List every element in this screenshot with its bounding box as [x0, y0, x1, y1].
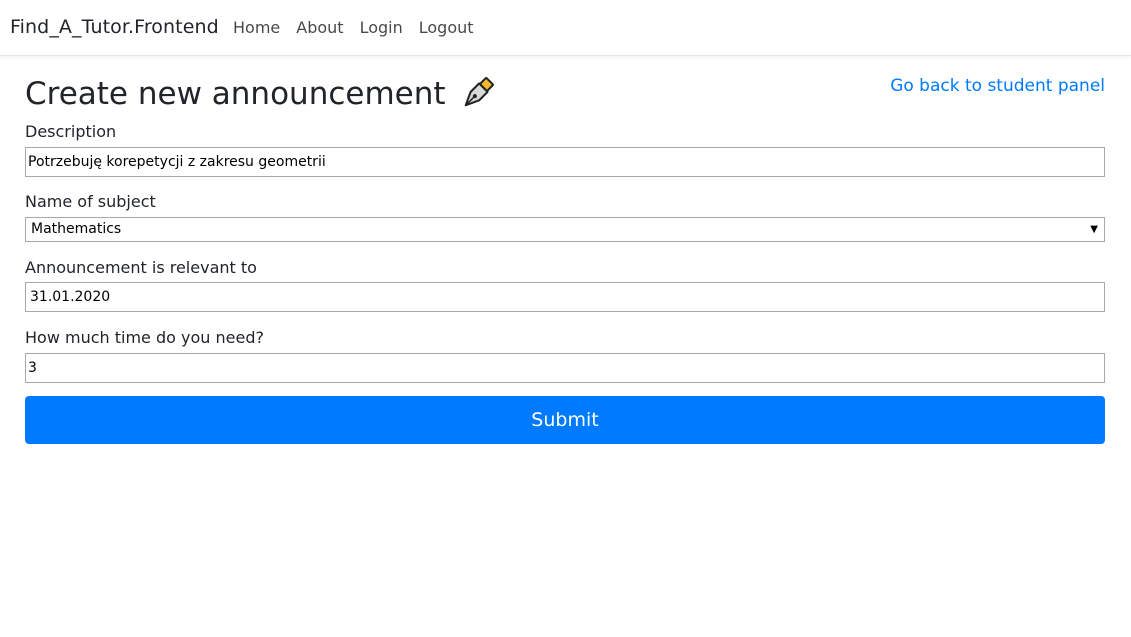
page-title-row: Create new announcement [25, 75, 496, 113]
nav-home-link[interactable]: Home [233, 18, 280, 37]
subject-selected-value: Mathematics [31, 221, 122, 237]
nav-login-link[interactable]: Login [360, 18, 403, 37]
nav-about-link[interactable]: About [296, 18, 343, 37]
subject-label: Name of subject [25, 192, 156, 211]
submit-button[interactable]: Submit [25, 396, 1105, 444]
fountain-pen-icon [458, 75, 496, 113]
relevant-to-label: Announcement is relevant to [25, 258, 257, 277]
time-needed-label: How much time do you need? [25, 328, 264, 347]
page-title: Create new announcement [25, 76, 446, 112]
description-input[interactable] [25, 147, 1105, 177]
relevant-to-date-input[interactable] [25, 282, 1105, 312]
back-to-student-panel-link[interactable]: Go back to student panel [890, 76, 1105, 96]
time-needed-input[interactable] [25, 353, 1105, 383]
chevron-down-icon: ▼ [1090, 224, 1098, 235]
nav-links: Home About Login Logout [233, 18, 474, 37]
brand-link[interactable]: Find_A_Tutor.Frontend [10, 16, 219, 38]
top-navbar: Find_A_Tutor.Frontend Home About Login L… [0, 0, 1131, 56]
nav-logout-link[interactable]: Logout [419, 18, 474, 37]
subject-select[interactable]: Mathematics ▼ [25, 217, 1105, 242]
description-label: Description [25, 122, 117, 141]
